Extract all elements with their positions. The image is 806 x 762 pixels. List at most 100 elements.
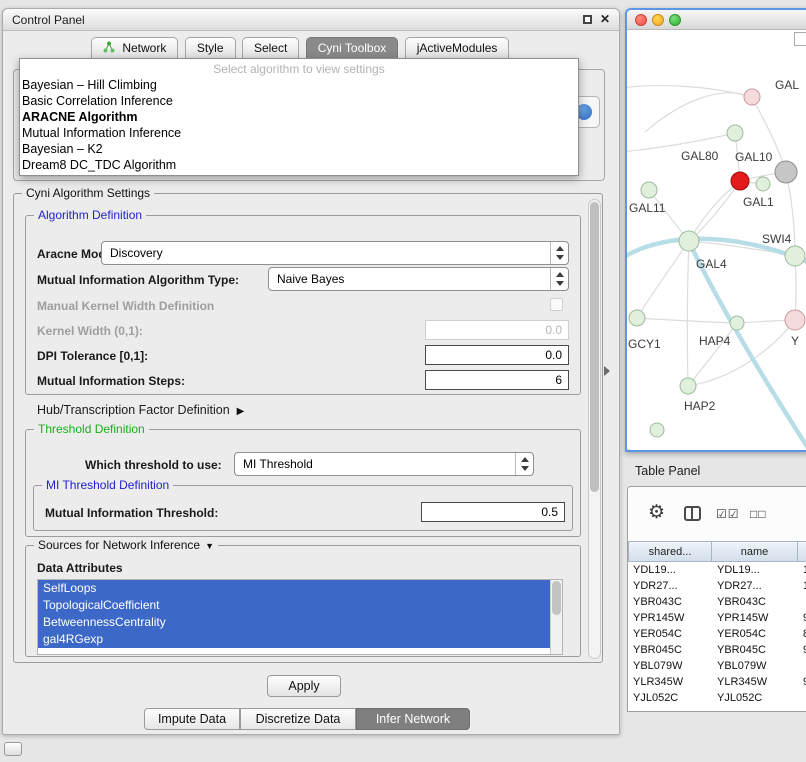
zoom-traffic-light[interactable] bbox=[669, 14, 681, 26]
network-node[interactable] bbox=[785, 310, 805, 330]
table-cell: 9. bbox=[798, 642, 806, 658]
network-node[interactable] bbox=[731, 172, 749, 190]
table-panel-title: Table Panel bbox=[635, 464, 700, 478]
dropdown-item[interactable]: Bayesian – Hill Climbing bbox=[20, 77, 578, 93]
network-edge[interactable] bbox=[687, 241, 689, 386]
mi-type-value: Naive Bayes bbox=[277, 272, 344, 286]
list-scrollbar[interactable] bbox=[550, 580, 562, 654]
tab-network[interactable]: Network bbox=[91, 37, 178, 59]
column-header-name[interactable]: name bbox=[712, 541, 798, 562]
dropdown-item[interactable]: Dream8 DC_TDC Algorithm bbox=[20, 157, 578, 173]
deselect-all-columns-icon[interactable] bbox=[750, 507, 767, 521]
network-edge[interactable] bbox=[689, 181, 740, 241]
network-node[interactable] bbox=[629, 310, 645, 326]
tab-discretize-data[interactable]: Discretize Data bbox=[240, 708, 356, 730]
list-item[interactable]: SelfLoops bbox=[38, 580, 550, 597]
network-node[interactable] bbox=[727, 125, 743, 141]
network-edge[interactable] bbox=[637, 241, 689, 318]
which-threshold-select[interactable]: MI Threshold bbox=[234, 452, 534, 476]
hub-definition-expander[interactable]: Hub/Transcription Factor Definition bbox=[37, 403, 244, 417]
columns-icon[interactable] bbox=[684, 506, 701, 521]
table-cell bbox=[798, 690, 806, 706]
list-item[interactable]: TopologicalCoefficient bbox=[38, 597, 550, 614]
network-edge[interactable] bbox=[689, 181, 740, 241]
node-label: GAL4 bbox=[696, 257, 727, 271]
table-cell: YDL19... bbox=[628, 562, 712, 578]
aracne-mode-select[interactable]: Discovery bbox=[101, 241, 569, 265]
network-node[interactable] bbox=[744, 89, 760, 105]
settings-group-title: Cyni Algorithm Settings bbox=[22, 186, 154, 200]
network-window-titlebar[interactable] bbox=[627, 10, 806, 30]
control-panel-window: Control Panel Network Style Select Cyni … bbox=[2, 8, 620, 735]
float-window-icon[interactable] bbox=[583, 15, 592, 24]
node-label: GAL1 bbox=[743, 195, 774, 209]
list-item[interactable]: BetweennessCentrality bbox=[38, 614, 550, 631]
control-panel-titlebar[interactable]: Control Panel bbox=[3, 9, 619, 31]
tab-infer-network[interactable]: Infer Network bbox=[356, 708, 470, 730]
network-canvas[interactable]: GALGAL80GAL10GAL11GAL1SWI4GAL4GCY1HAP4YH… bbox=[627, 30, 806, 450]
mi-type-select[interactable]: Naive Bayes bbox=[268, 267, 569, 291]
network-node[interactable] bbox=[756, 177, 770, 191]
network-node[interactable] bbox=[680, 378, 696, 394]
tab-label: jActiveModules bbox=[417, 41, 498, 55]
dpi-tolerance-field[interactable] bbox=[425, 345, 569, 365]
network-edge[interactable] bbox=[688, 323, 737, 386]
close-traffic-light[interactable] bbox=[635, 14, 647, 26]
node-label: GCY1 bbox=[628, 337, 661, 351]
network-edge[interactable] bbox=[691, 246, 806, 450]
network-node[interactable] bbox=[785, 246, 805, 266]
gear-icon[interactable] bbox=[648, 501, 665, 524]
tab-impute-data[interactable]: Impute Data bbox=[144, 708, 240, 730]
apply-button[interactable]: Apply bbox=[267, 675, 341, 697]
table-row[interactable]: YBR043CYBR043C bbox=[628, 594, 806, 610]
table-row[interactable]: YJL052CYJL052C bbox=[628, 690, 806, 706]
mi-steps-field[interactable] bbox=[425, 370, 569, 390]
data-attributes-list: SelfLoops TopologicalCoefficient Between… bbox=[37, 579, 563, 655]
kernel-width-field[interactable] bbox=[425, 320, 569, 340]
network-svg: GALGAL80GAL10GAL11GAL1SWI4GAL4GCY1HAP4YH… bbox=[627, 30, 806, 450]
minimized-panel-icon[interactable] bbox=[4, 742, 22, 756]
table-cell: YBR045C bbox=[712, 642, 798, 658]
network-node[interactable] bbox=[775, 161, 797, 183]
table-cell: YBR043C bbox=[628, 594, 712, 610]
tab-select[interactable]: Select bbox=[242, 37, 299, 59]
table-row[interactable]: YBL079WYBL079W bbox=[628, 658, 806, 674]
dropdown-item-selected[interactable]: ARACNE Algorithm bbox=[20, 109, 578, 125]
network-node[interactable] bbox=[679, 231, 699, 251]
table-cell: YBL079W bbox=[628, 658, 712, 674]
manual-kernel-checkbox[interactable] bbox=[550, 298, 563, 311]
dropdown-item[interactable]: Basic Correlation Inference bbox=[20, 93, 578, 109]
column-header-shared-name[interactable]: shared... bbox=[628, 541, 712, 562]
minimize-traffic-light[interactable] bbox=[652, 14, 664, 26]
table-row[interactable]: YPR145WYPR145W9. bbox=[628, 610, 806, 626]
settings-scrollbar[interactable] bbox=[588, 199, 601, 659]
table-row[interactable]: YBR045CYBR045C9. bbox=[628, 642, 806, 658]
sources-group-title[interactable]: Sources for Network Inference bbox=[34, 538, 218, 552]
tab-cyni-toolbox[interactable]: Cyni Toolbox bbox=[306, 37, 398, 59]
network-edge[interactable] bbox=[627, 448, 806, 450]
tab-style[interactable]: Style bbox=[185, 37, 236, 59]
canvas-corner-box[interactable] bbox=[794, 32, 806, 46]
table-row[interactable]: YLR345WYLR345W9. bbox=[628, 674, 806, 690]
select-all-columns-icon[interactable] bbox=[716, 507, 740, 521]
network-node[interactable] bbox=[641, 182, 657, 198]
table-cell: YJL052C bbox=[712, 690, 798, 706]
settings-scrollbar-thumb[interactable] bbox=[590, 202, 599, 492]
network-edge[interactable] bbox=[688, 320, 795, 386]
mi-threshold-field[interactable] bbox=[421, 502, 565, 522]
table-row[interactable]: YDL19...YDL19...13 bbox=[628, 562, 806, 578]
close-window-icon[interactable] bbox=[600, 12, 610, 26]
network-node[interactable] bbox=[650, 423, 664, 437]
network-edge[interactable] bbox=[627, 86, 752, 97]
list-scrollbar-thumb[interactable] bbox=[552, 581, 561, 615]
dropdown-item[interactable]: Mutual Information Inference bbox=[20, 125, 578, 141]
dropdown-item[interactable]: Bayesian – K2 bbox=[20, 141, 578, 157]
tab-jactivemodules[interactable]: jActiveModules bbox=[405, 37, 510, 59]
network-node[interactable] bbox=[730, 316, 744, 330]
list-item[interactable]: gal4RGexp bbox=[38, 631, 550, 648]
table-row[interactable]: YDR27...YDR27...12 bbox=[628, 578, 806, 594]
panel-divider-arrow[interactable] bbox=[604, 366, 610, 376]
algorithm-definition-title: Algorithm Definition bbox=[34, 208, 146, 222]
column-header-extra[interactable] bbox=[798, 541, 806, 562]
table-row[interactable]: YER054CYER054C8. bbox=[628, 626, 806, 642]
